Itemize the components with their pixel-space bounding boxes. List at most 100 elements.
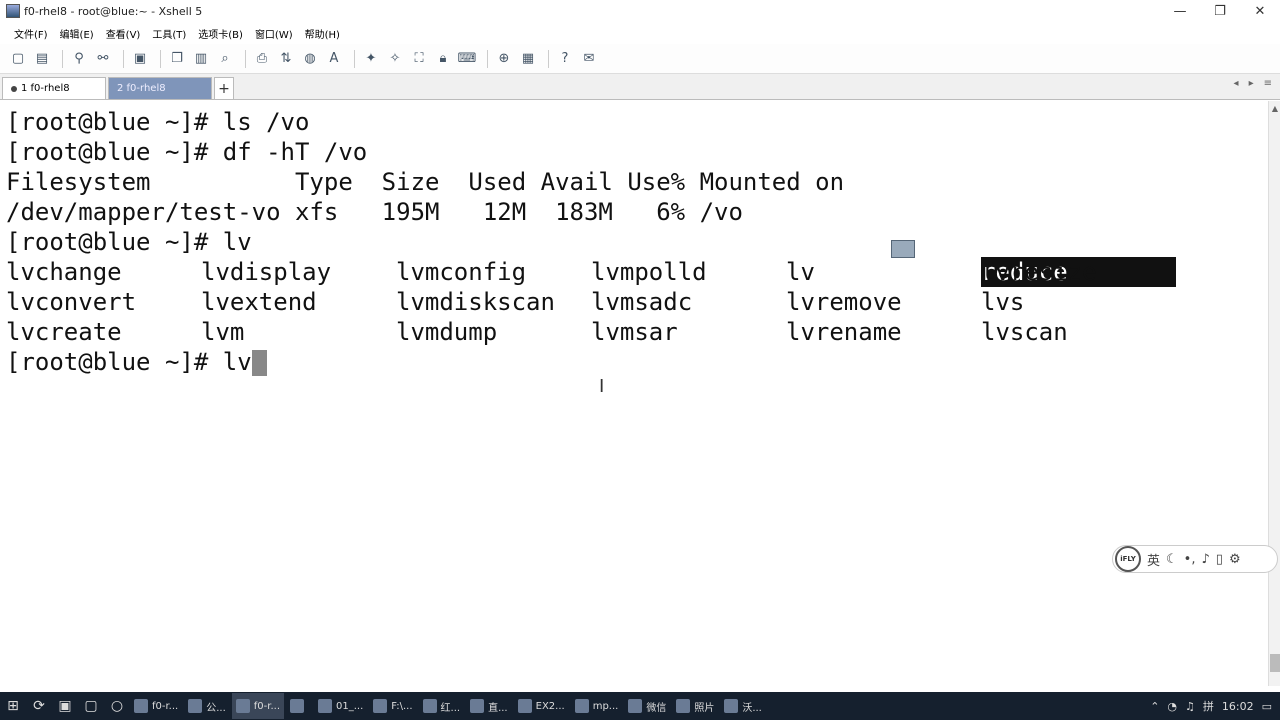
ime-icon[interactable]: 拼 bbox=[1203, 698, 1214, 714]
taskbar-app-active[interactable]: f0-r... bbox=[231, 693, 285, 719]
toolbar-separator bbox=[245, 49, 246, 68]
toolbar-separator bbox=[160, 49, 161, 68]
tray-up-icon[interactable]: ⌃ bbox=[1150, 700, 1159, 713]
windows-start-icon[interactable]: ⊞ bbox=[0, 693, 26, 719]
network-icon[interactable]: ◔ bbox=[1167, 700, 1177, 713]
completion-item: lvconvert bbox=[6, 288, 137, 316]
terminal-line: [root@blue ~]# ls /vo bbox=[6, 108, 310, 136]
disconnect-icon[interactable]: ⚯ bbox=[93, 49, 113, 69]
system-tray: ⌃ ◔ ♫ 拼 16:02 ▭ bbox=[1150, 692, 1272, 720]
properties-icon[interactable]: ▣ bbox=[130, 49, 150, 69]
notification-icon[interactable]: ▭ bbox=[1262, 700, 1272, 713]
taskbar-app[interactable]: F:\... bbox=[369, 693, 416, 719]
completion-row: lvconvert lvextend lvmdiskscan lvmsadc l… bbox=[6, 287, 1268, 317]
taskbar-app[interactable]: 直... bbox=[466, 693, 512, 719]
xmanager-icon[interactable]: ✧ bbox=[385, 49, 405, 69]
layout-icon[interactable]: ▦ bbox=[518, 49, 538, 69]
taskbar-app[interactable] bbox=[286, 693, 312, 719]
taskbar-app[interactable]: 公... bbox=[184, 693, 230, 719]
taskbar-app[interactable]: f0-r... bbox=[130, 693, 182, 719]
prompt-text: [root@blue ~]# lv bbox=[6, 348, 252, 376]
tab-next-icon[interactable]: ▸ bbox=[1249, 78, 1254, 89]
globe-icon[interactable]: ◍ bbox=[300, 49, 320, 69]
cortana-icon[interactable]: ○ bbox=[104, 693, 130, 719]
completion-item: lv reduce bbox=[786, 257, 1176, 287]
scroll-up-icon[interactable]: ▲ bbox=[1269, 101, 1280, 115]
restore-button[interactable]: ❐ bbox=[1200, 0, 1240, 22]
scroll-thumb[interactable] bbox=[1270, 654, 1280, 672]
menu-edit[interactable]: 编辑(E) bbox=[60, 26, 94, 41]
taskbar-app[interactable]: 微信 bbox=[624, 693, 670, 719]
ifly-logo[interactable]: iFLY bbox=[1115, 546, 1141, 572]
menu-tabs[interactable]: 选项卡(B) bbox=[198, 26, 243, 41]
copy-icon[interactable]: ❐ bbox=[167, 49, 187, 69]
tab-prev-icon[interactable]: ◂ bbox=[1234, 78, 1239, 89]
xftp-icon[interactable]: ✦ bbox=[361, 49, 381, 69]
lock-icon[interactable]: 🔒︎ bbox=[433, 49, 453, 69]
menu-view[interactable]: 查看(V) bbox=[106, 26, 141, 41]
taskbar-app[interactable]: 01_... bbox=[314, 693, 367, 719]
selection-menu-icon[interactable] bbox=[891, 240, 915, 258]
taskbar-app[interactable]: mp... bbox=[571, 693, 623, 719]
paste-icon[interactable]: ▥ bbox=[191, 49, 211, 69]
completion-item: lvmpolld bbox=[591, 258, 707, 286]
settings-gear-icon[interactable]: ⚙ bbox=[1229, 552, 1241, 567]
reconnect-icon[interactable]: ⚲ bbox=[69, 49, 89, 69]
clock[interactable]: 16:02 bbox=[1222, 700, 1254, 713]
menu-tools[interactable]: 工具(T) bbox=[152, 26, 186, 41]
task-view-icon[interactable]: ▣ bbox=[52, 693, 78, 719]
chat-icon[interactable]: ✉ bbox=[579, 49, 599, 69]
find-icon[interactable]: ⌕ bbox=[215, 49, 235, 69]
tab-bar: 1 f0-rhel8 2 f0-rhel8 + ◂ ▸ ≡ bbox=[0, 74, 1280, 100]
app-icon[interactable]: ▢ bbox=[78, 693, 104, 719]
new-session-icon[interactable]: ▢ bbox=[8, 49, 28, 69]
completion-item: lvmsadc bbox=[591, 288, 693, 316]
taskbar-app[interactable]: 沃... bbox=[720, 693, 766, 719]
close-button[interactable]: ✕ bbox=[1240, 0, 1280, 22]
minimize-button[interactable]: — bbox=[1160, 0, 1200, 22]
toolbar-separator bbox=[62, 49, 63, 68]
toolbar-separator bbox=[123, 49, 124, 68]
title-bar: f0-rhel8 - root@blue:~ - Xshell 5 — ❐ ✕ bbox=[0, 0, 1280, 22]
keyboard-icon[interactable]: ⌨ bbox=[457, 49, 477, 69]
volume-icon[interactable]: ♫ bbox=[1185, 700, 1195, 713]
keyboard-icon[interactable]: ▯ bbox=[1216, 552, 1223, 567]
tab-label: 2 f0-rhel8 bbox=[117, 83, 166, 94]
menu-window[interactable]: 窗口(W) bbox=[255, 26, 293, 41]
add-tab-icon[interactable]: ⊕ bbox=[494, 49, 514, 69]
taskbar-app[interactable]: 照片 bbox=[672, 693, 718, 719]
punctuation-icon[interactable]: •, bbox=[1184, 552, 1196, 567]
help-icon[interactable]: ? bbox=[555, 49, 575, 69]
taskbar-app[interactable]: EX2... bbox=[514, 693, 569, 719]
completion-item: lvscan bbox=[981, 318, 1068, 346]
ifly-language-toggle[interactable]: 英 bbox=[1147, 550, 1160, 569]
completion-item: lvcreate bbox=[6, 318, 122, 346]
ibeam-cursor-icon: I bbox=[599, 376, 605, 397]
completion-item: lvchange bbox=[6, 258, 122, 286]
tab-session-2[interactable]: 2 f0-rhel8 bbox=[108, 77, 212, 99]
moon-icon[interactable]: ☾ bbox=[1166, 552, 1178, 567]
tab-session-1[interactable]: 1 f0-rhel8 bbox=[2, 77, 106, 99]
menu-help[interactable]: 帮助(H) bbox=[305, 26, 340, 41]
toolbar: ▢ ▤ ⚲ ⚯ ▣ ❐ ▥ ⌕ ⎙ ⇅ ◍ A ✦ ✧ ⛶ 🔒︎ ⌨ ⊕ ▦ ?… bbox=[0, 44, 1280, 74]
add-tab-button[interactable]: + bbox=[214, 77, 234, 99]
microphone-icon[interactable]: ♪ bbox=[1201, 552, 1209, 567]
completion-row: lvcreate lvm lvmdump lvmsar lvrename lvs… bbox=[6, 317, 1268, 347]
font-icon[interactable]: A bbox=[324, 49, 344, 69]
menu-file[interactable]: 文件(F) bbox=[14, 26, 48, 41]
window-title: f0-rhel8 - root@blue:~ - Xshell 5 bbox=[24, 4, 203, 18]
refresh-icon[interactable]: ⟳ bbox=[26, 693, 52, 719]
terminal[interactable]: [root@blue ~]# ls /vo [root@blue ~]# df … bbox=[0, 101, 1268, 686]
tab-menu-icon[interactable]: ≡ bbox=[1264, 78, 1272, 89]
xshell-app-icon bbox=[6, 4, 20, 18]
tab-label: 1 f0-rhel8 bbox=[21, 83, 70, 94]
completion-item: lvremove bbox=[786, 288, 902, 316]
open-folder-icon[interactable]: ▤ bbox=[32, 49, 52, 69]
scrollbar[interactable]: ▲ bbox=[1268, 101, 1280, 686]
toolbar-separator bbox=[548, 49, 549, 68]
taskbar-app[interactable]: 红... bbox=[419, 693, 465, 719]
terminal-line: Filesystem Type Size Used Avail Use% Mou… bbox=[6, 168, 845, 196]
print-icon[interactable]: ⎙ bbox=[252, 49, 272, 69]
transfer-icon[interactable]: ⇅ bbox=[276, 49, 296, 69]
fullscreen-icon[interactable]: ⛶ bbox=[409, 49, 429, 69]
